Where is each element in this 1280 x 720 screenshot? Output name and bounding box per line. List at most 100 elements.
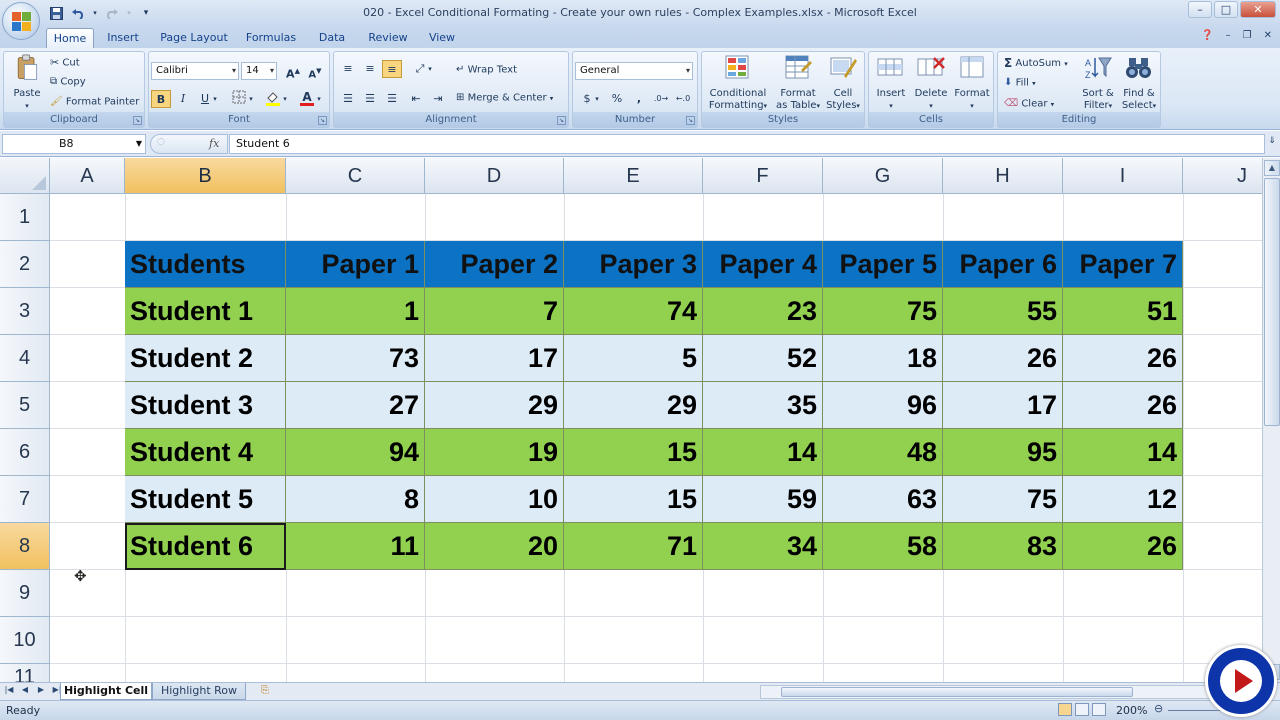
- score-cell[interactable]: 27: [286, 382, 425, 429]
- student-name-cell[interactable]: Student 5: [125, 476, 286, 523]
- score-cell[interactable]: 35: [703, 382, 823, 429]
- column-header-d[interactable]: D: [425, 158, 564, 194]
- decrease-indent-icon[interactable]: ⇤: [406, 90, 426, 108]
- merge-center-dropdown-icon[interactable]: ▾: [550, 95, 554, 103]
- sort-filter-button[interactable]: AZ Sort & Filter▾: [1076, 54, 1120, 112]
- clear-dropdown-icon[interactable]: ▾: [1051, 101, 1055, 109]
- zoom-level[interactable]: 200%: [1116, 704, 1147, 717]
- font-dialog-launcher-icon[interactable]: ↘: [318, 116, 327, 125]
- score-cell[interactable]: 11: [286, 523, 425, 570]
- score-cell[interactable]: 34: [703, 523, 823, 570]
- help-icon[interactable]: ❓: [1201, 30, 1213, 41]
- find-select-button[interactable]: Find & Select▾: [1118, 54, 1160, 112]
- sort-filter-dropdown-icon[interactable]: ▾: [1109, 102, 1113, 110]
- borders-dropdown-icon[interactable]: ▾: [247, 90, 255, 108]
- score-cell[interactable]: 23: [703, 288, 823, 335]
- column-header-g[interactable]: G: [823, 158, 943, 194]
- align-top-icon[interactable]: ≡: [338, 60, 358, 78]
- score-cell[interactable]: 74: [564, 288, 703, 335]
- conditional-formatting-dropdown-icon[interactable]: ▾: [764, 102, 768, 110]
- score-cell[interactable]: 26: [1063, 382, 1183, 429]
- delete-cells-button[interactable]: Delete ▾: [911, 54, 951, 112]
- number-format-combo[interactable]: General ▾: [575, 62, 693, 80]
- student-name-cell[interactable]: Student 1: [125, 288, 286, 335]
- autosum-button[interactable]: Σ AutoSum ▾: [1004, 56, 1068, 70]
- table-header-paper[interactable]: Paper 3: [564, 241, 703, 288]
- score-cell[interactable]: 1: [286, 288, 425, 335]
- name-box[interactable]: B8 ▼: [2, 134, 146, 154]
- font-color-icon[interactable]: A: [297, 88, 317, 106]
- score-cell[interactable]: 96: [823, 382, 943, 429]
- prev-sheet-icon[interactable]: ◀: [18, 685, 32, 694]
- cell-styles-dropdown-icon[interactable]: ▾: [856, 102, 860, 110]
- percent-button[interactable]: %: [607, 90, 627, 108]
- number-dialog-launcher-icon[interactable]: ↘: [686, 116, 695, 125]
- first-sheet-icon[interactable]: |◀: [2, 685, 16, 694]
- column-header-j[interactable]: J: [1183, 158, 1262, 194]
- align-bottom-icon[interactable]: ≡: [382, 60, 402, 78]
- clipboard-dialog-launcher-icon[interactable]: ↘: [133, 116, 142, 125]
- formula-input[interactable]: Student 6: [229, 134, 1265, 154]
- tab-review[interactable]: Review: [362, 28, 414, 48]
- merge-center-button[interactable]: ⊞ Merge & Center ▾: [456, 92, 553, 104]
- column-header-e[interactable]: E: [564, 158, 703, 194]
- score-cell[interactable]: 14: [703, 429, 823, 476]
- font-size-combo[interactable]: 14 ▾: [241, 62, 277, 80]
- column-header-h[interactable]: H: [943, 158, 1063, 194]
- row-header-11[interactable]: 11: [0, 664, 50, 682]
- copy-button[interactable]: ⧉ Copy: [50, 76, 86, 88]
- insert-function-button[interactable]: fx: [209, 137, 219, 150]
- find-select-dropdown-icon[interactable]: ▾: [1153, 102, 1157, 110]
- score-cell[interactable]: 19: [425, 429, 564, 476]
- fill-button[interactable]: ⬇ Fill ▾: [1004, 77, 1036, 89]
- row-header-1[interactable]: 1: [0, 194, 50, 241]
- decrease-decimal-icon[interactable]: ←.0: [673, 90, 693, 108]
- score-cell[interactable]: 8: [286, 476, 425, 523]
- name-box-dropdown-icon[interactable]: ▼: [136, 135, 142, 153]
- score-cell[interactable]: 71: [564, 523, 703, 570]
- sheet-tab-highlight-cell[interactable]: Highlight Cell: [60, 683, 152, 700]
- score-cell[interactable]: 83: [943, 523, 1063, 570]
- underline-dropdown-icon[interactable]: ▾: [211, 90, 219, 108]
- score-cell[interactable]: 18: [823, 335, 943, 382]
- align-left-icon[interactable]: ☰: [338, 90, 358, 108]
- restore-button[interactable]: □: [1214, 1, 1238, 18]
- score-cell[interactable]: 75: [943, 476, 1063, 523]
- tab-formulas[interactable]: Formulas: [242, 28, 300, 48]
- format-cells-button[interactable]: Format ▾: [951, 54, 993, 112]
- score-cell[interactable]: 26: [943, 335, 1063, 382]
- align-middle-icon[interactable]: ≡: [360, 60, 380, 78]
- table-header-paper[interactable]: Paper 2: [425, 241, 564, 288]
- font-name-combo[interactable]: Calibri ▾: [151, 62, 239, 80]
- table-header-students[interactable]: Students: [125, 241, 286, 288]
- score-cell[interactable]: 51: [1063, 288, 1183, 335]
- close-button[interactable]: ✕: [1240, 1, 1276, 18]
- comma-button[interactable]: ,: [629, 90, 649, 108]
- font-color-dropdown-icon[interactable]: ▾: [315, 90, 323, 108]
- fill-dropdown-icon[interactable]: ▾: [1032, 80, 1036, 88]
- scroll-up-icon[interactable]: ▲: [1264, 160, 1280, 176]
- column-header-b[interactable]: B: [125, 158, 286, 194]
- row-header-8[interactable]: 8: [0, 523, 50, 570]
- align-center-icon[interactable]: ☰: [360, 90, 380, 108]
- format-as-table-button[interactable]: Format as Table▾: [772, 54, 824, 112]
- fill-color-icon[interactable]: [263, 90, 283, 108]
- score-cell[interactable]: 55: [943, 288, 1063, 335]
- increase-decimal-icon[interactable]: .0→: [651, 90, 671, 108]
- score-cell[interactable]: 75: [823, 288, 943, 335]
- row-header-2[interactable]: 2: [0, 241, 50, 288]
- vertical-scrollbar[interactable]: ▲ ▼: [1262, 158, 1280, 682]
- workbook-close-icon[interactable]: ✕: [1264, 30, 1272, 41]
- score-cell[interactable]: 52: [703, 335, 823, 382]
- student-name-cell[interactable]: Student 6: [125, 523, 286, 570]
- insert-cells-dropdown-icon[interactable]: ▾: [871, 100, 911, 112]
- score-cell[interactable]: 26: [1063, 335, 1183, 382]
- row-header-5[interactable]: 5: [0, 382, 50, 429]
- row-header-9[interactable]: 9: [0, 570, 50, 617]
- row-header-4[interactable]: 4: [0, 335, 50, 382]
- format-painter-button[interactable]: 🖌 Format Painter: [50, 96, 139, 108]
- shrink-font-icon[interactable]: A▼: [305, 62, 325, 80]
- score-cell[interactable]: 17: [425, 335, 564, 382]
- score-cell[interactable]: 95: [943, 429, 1063, 476]
- grow-font-icon[interactable]: A▲: [283, 62, 303, 81]
